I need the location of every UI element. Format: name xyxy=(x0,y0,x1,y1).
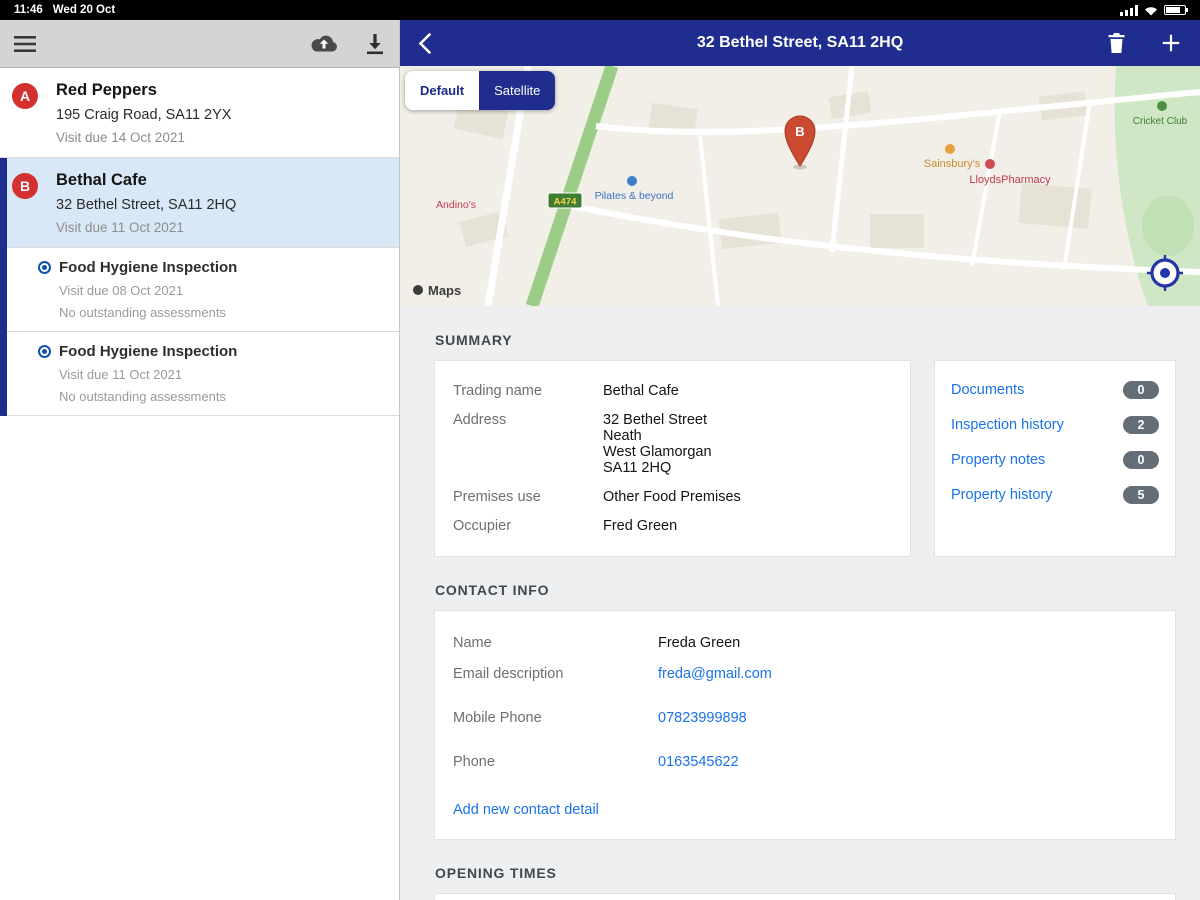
signal-icon xyxy=(1120,5,1138,16)
battery-icon xyxy=(1164,5,1186,15)
contact-mobile-link[interactable]: 07823999898 xyxy=(658,710,747,726)
compass-locate-icon xyxy=(1146,254,1184,292)
inspection-status: No outstanding assessments xyxy=(59,389,383,404)
inspection-list-item-2[interactable]: Food Hygiene Inspection Visit due 11 Oct… xyxy=(7,332,399,416)
opening-times-card: Weekday 08:00 - 19:00 xyxy=(435,894,1175,900)
inspection-status: No outstanding assessments xyxy=(59,305,383,320)
map-mode-tabs: Default Satellite xyxy=(405,71,555,110)
menu-button[interactable] xyxy=(14,36,36,52)
cricket-poi-icon xyxy=(1157,101,1167,111)
opening-times-heading: OPENING TIMES xyxy=(435,865,1175,881)
inspection-target-icon xyxy=(38,261,51,274)
status-time: 11:46 xyxy=(14,4,43,16)
summary-field-address: Address 32 Bethel Street Neath West Glam… xyxy=(453,412,892,476)
plus-icon xyxy=(1160,32,1182,54)
summary-heading: SUMMARY xyxy=(435,332,1175,348)
download-button[interactable] xyxy=(365,33,385,55)
property-history-count-badge: 5 xyxy=(1123,486,1159,504)
inspection-title: Food Hygiene Inspection xyxy=(59,343,237,360)
locate-button[interactable] xyxy=(1146,254,1184,292)
pilates-poi-icon xyxy=(627,176,637,186)
property-history-link-row: Property history 5 xyxy=(951,486,1159,504)
property-notes-link[interactable]: Property notes xyxy=(951,452,1045,468)
inspection-visit-due: Visit due 11 Oct 2021 xyxy=(59,367,383,382)
map-label-cricket-club: Cricket Club xyxy=(1133,116,1188,127)
property-visit-due: Visit due 11 Oct 2021 xyxy=(56,220,383,235)
property-name: Red Peppers xyxy=(56,81,383,100)
inspection-target-icon xyxy=(38,345,51,358)
add-button[interactable] xyxy=(1160,32,1182,54)
property-visit-due: Visit due 14 Oct 2021 xyxy=(56,130,383,145)
cloud-upload-icon xyxy=(309,33,339,55)
inspection-visit-due: Visit due 08 Oct 2021 xyxy=(59,283,383,298)
status-date: Wed 20 Oct xyxy=(53,4,115,16)
documents-link-row: Documents 0 xyxy=(951,381,1159,399)
status-bar: 11:46 Wed 20 Oct xyxy=(0,0,1200,20)
add-contact-detail-link[interactable]: Add new contact detail xyxy=(453,802,599,818)
map-tab-default[interactable]: Default xyxy=(405,71,479,110)
back-chevron-icon xyxy=(418,33,431,54)
contact-email-link[interactable]: freda@gmail.com xyxy=(658,666,772,682)
summary-field-trading-name: Trading name Bethal Cafe xyxy=(453,383,892,399)
property-badge-a: A xyxy=(12,83,38,109)
map-watermark: Maps xyxy=(428,283,461,298)
map-pin-label: B xyxy=(795,124,804,139)
contact-info-heading: CONTACT INFO xyxy=(435,582,1175,598)
inspection-history-link[interactable]: Inspection history xyxy=(951,417,1064,433)
apple-logo-icon xyxy=(413,285,423,295)
contact-field-phone: Phone 0163545622 xyxy=(453,754,1157,770)
quick-links-card: Documents 0 Inspection history 2 Propert… xyxy=(935,361,1175,556)
hamburger-icon xyxy=(14,36,36,52)
app-screen: 11:46 Wed 20 Oct xyxy=(0,0,1200,900)
contact-field-name: Name Freda Green xyxy=(453,635,1157,651)
map-view[interactable]: Sainsbury's LloydsPharmacy Cricket Club … xyxy=(400,66,1200,306)
summary-field-premises-use: Premises use Other Food Premises xyxy=(453,489,892,505)
property-notes-count-badge: 0 xyxy=(1123,451,1159,469)
property-list-item-b-selected[interactable]: B Bethal Cafe 32 Bethel Street, SA11 2HQ… xyxy=(7,158,399,248)
pharmacy-poi-icon xyxy=(985,159,995,169)
trash-icon xyxy=(1107,32,1126,54)
map-tab-satellite[interactable]: Satellite xyxy=(479,71,555,110)
inspection-list-item-1[interactable]: Food Hygiene Inspection Visit due 08 Oct… xyxy=(7,248,399,332)
left-toolbar xyxy=(0,20,399,68)
inspection-history-link-row: Inspection history 2 xyxy=(951,416,1159,434)
road-shield-label: A474 xyxy=(554,197,577,208)
back-button[interactable] xyxy=(418,33,431,54)
contact-phone-link[interactable]: 0163545622 xyxy=(658,754,739,770)
summary-field-occupier: Occupier Fred Green xyxy=(453,518,892,534)
property-badge-b: B xyxy=(12,173,38,199)
property-list-item-a[interactable]: A Red Peppers 195 Craig Road, SA11 2YX V… xyxy=(0,68,399,158)
map-label-pilates: Pilates & beyond xyxy=(595,190,674,202)
upload-button[interactable] xyxy=(309,33,339,55)
documents-link[interactable]: Documents xyxy=(951,382,1024,398)
property-name: Bethal Cafe xyxy=(56,171,383,190)
detail-content: SUMMARY Trading name Bethal Cafe Address… xyxy=(400,306,1200,900)
property-list-panel: A Red Peppers 195 Craig Road, SA11 2YX V… xyxy=(0,20,400,900)
map-label-supermarket: Sainsbury's xyxy=(924,158,981,170)
inspection-title: Food Hygiene Inspection xyxy=(59,259,237,276)
detail-header: 32 Bethel Street, SA11 2HQ xyxy=(400,20,1200,66)
contact-info-card: Name Freda Green Email description freda… xyxy=(435,611,1175,839)
page-title: 32 Bethel Street, SA11 2HQ xyxy=(697,34,903,52)
inspection-history-count-badge: 2 xyxy=(1123,416,1159,434)
property-detail-panel: 32 Bethel Street, SA11 2HQ xyxy=(400,20,1200,900)
contact-field-email: Email description freda@gmail.com xyxy=(453,666,1157,682)
summary-card: Trading name Bethal Cafe Address 32 Beth… xyxy=(435,361,910,556)
download-icon xyxy=(365,33,385,55)
property-notes-link-row: Property notes 0 xyxy=(951,451,1159,469)
supermarket-poi-icon xyxy=(945,144,955,154)
selected-property-group: B Bethal Cafe 32 Bethel Street, SA11 2HQ… xyxy=(0,158,399,416)
documents-count-badge: 0 xyxy=(1123,381,1159,399)
property-address: 195 Craig Road, SA11 2YX xyxy=(56,107,383,123)
map-label-restaurant: Andino's xyxy=(436,199,476,211)
map-label-pharmacy: LloydsPharmacy xyxy=(969,174,1051,186)
wifi-icon xyxy=(1144,5,1158,16)
property-address: 32 Bethel Street, SA11 2HQ xyxy=(56,197,383,213)
property-history-link[interactable]: Property history xyxy=(951,487,1053,503)
delete-button[interactable] xyxy=(1107,32,1126,54)
contact-field-mobile: Mobile Phone 07823999898 xyxy=(453,710,1157,726)
